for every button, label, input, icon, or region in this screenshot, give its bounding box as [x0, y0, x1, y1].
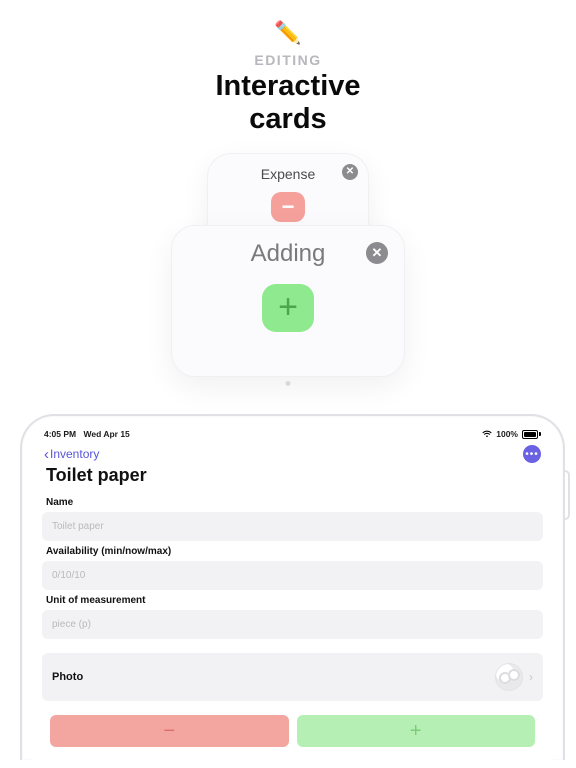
pencil-icon: ✏️	[0, 22, 576, 44]
name-label: Name	[46, 497, 539, 508]
back-label: Inventory	[50, 447, 99, 461]
pager-dot	[286, 381, 291, 386]
minus-icon[interactable]: −	[271, 192, 305, 222]
status-battery-pct: 100%	[496, 429, 518, 439]
wifi-icon	[482, 430, 492, 438]
unit-label: Unit of measurement	[46, 595, 539, 606]
eyebrow: EDITING	[0, 52, 576, 68]
photo-thumb	[495, 663, 523, 691]
close-icon[interactable]: ✕	[342, 164, 358, 180]
hero-title: Interactivecards	[0, 70, 576, 137]
unit-field[interactable]: piece (p)	[42, 610, 543, 639]
card-adding-label: Adding	[251, 240, 326, 267]
plus-icon[interactable]: +	[262, 284, 314, 332]
name-field[interactable]: Toilet paper	[42, 512, 543, 541]
card-expense-label: Expense	[261, 166, 315, 182]
photo-row[interactable]: Photo ›	[42, 653, 543, 701]
tablet-frame: 4:05 PM Wed Apr 15 100% ‹ Inventory ••• …	[20, 414, 565, 760]
availability-label: Availability (min/now/max)	[46, 546, 539, 557]
decrease-button[interactable]: −	[50, 715, 289, 747]
status-date: Wed Apr 15	[84, 429, 130, 439]
back-button[interactable]: ‹ Inventory	[44, 447, 99, 462]
more-button[interactable]: •••	[523, 445, 541, 463]
chevron-left-icon: ‹	[44, 447, 49, 462]
battery-icon	[522, 430, 541, 439]
chevron-right-icon: ›	[529, 670, 533, 684]
status-time: 4:05 PM	[44, 429, 76, 439]
availability-field[interactable]: 0/10/10	[42, 561, 543, 590]
close-icon[interactable]: ✕	[366, 242, 388, 264]
page-title: Toilet paper	[32, 465, 553, 492]
card-adding[interactable]: Adding ✕ +	[171, 225, 405, 377]
increase-button[interactable]: +	[297, 715, 536, 747]
status-bar: 4:05 PM Wed Apr 15 100%	[32, 426, 553, 439]
photo-label: Photo	[52, 671, 83, 683]
